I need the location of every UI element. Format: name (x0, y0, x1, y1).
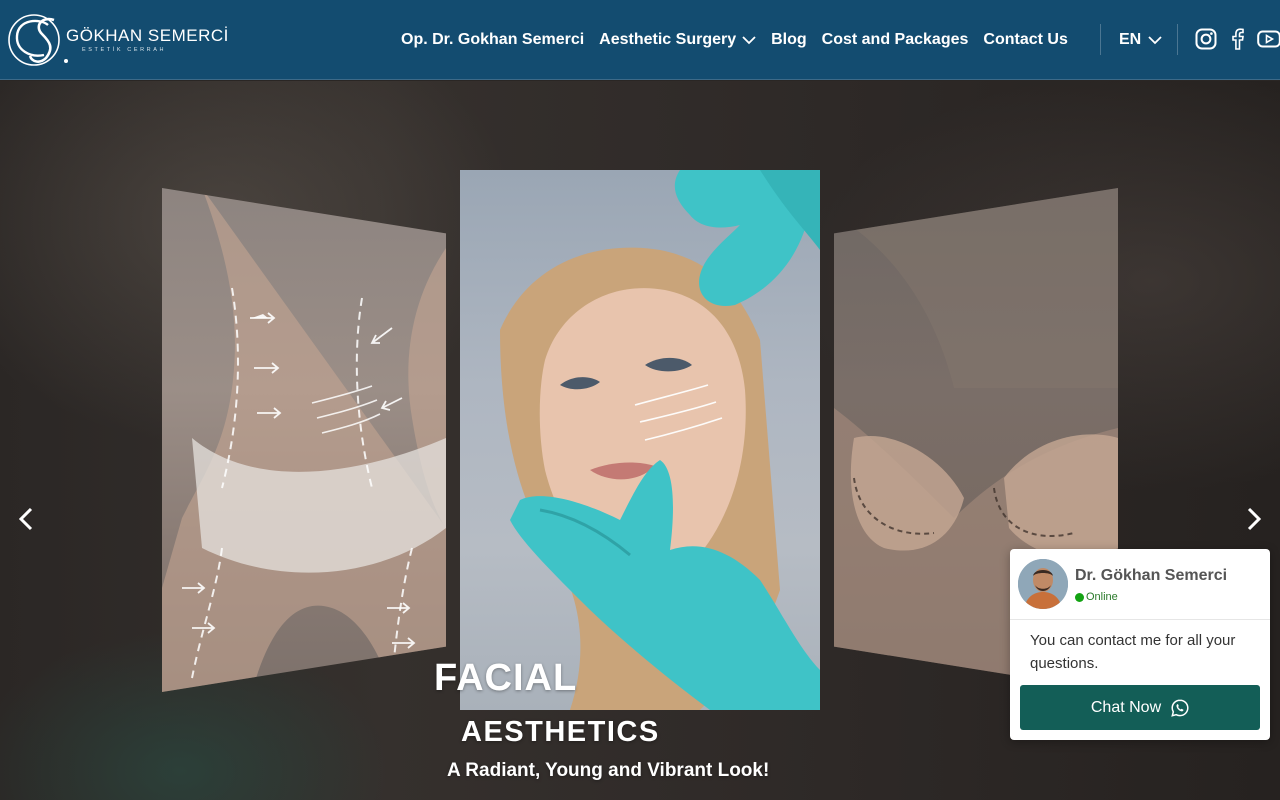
facial-aesthetics-image (500, 170, 820, 710)
chevron-down-icon (1148, 35, 1162, 45)
language-label: EN (1119, 31, 1142, 48)
slide-tagline: A Radiant, Young and Vibrant Look! (447, 760, 770, 781)
nav-item-label: Cost and Packages (821, 31, 969, 48)
instagram-icon[interactable] (1195, 28, 1217, 50)
brand-logo[interactable]: GÖKHAN SEMERCİ ESTETİK CERRAH (4, 12, 228, 68)
slide-title: FACIAL (434, 657, 578, 699)
status-label: Online (1086, 591, 1118, 603)
chat-message: You can contact me for all your question… (1030, 632, 1236, 672)
slide-facial-aesthetics[interactable] (460, 170, 820, 710)
whatsapp-icon (1171, 698, 1189, 717)
whatsapp-chat-widget: Dr. Gökhan Semerci Online You can contac… (1010, 549, 1270, 740)
language-selector[interactable]: EN (1119, 29, 1162, 51)
logo-monogram-icon (8, 14, 68, 66)
nav-item-cost-packages[interactable]: Cost and Packages (822, 31, 969, 49)
nav-item-label: Op. Dr. Gokhan Semerci (401, 31, 585, 48)
chevron-left-icon (18, 507, 33, 536)
slide-body-contouring[interactable] (162, 188, 446, 692)
chevron-down-icon (742, 35, 756, 45)
avatar (1018, 559, 1068, 609)
body-contour-image (162, 188, 446, 692)
brand-name: GÖKHAN SEMERCİ (66, 26, 229, 45)
chevron-right-icon (1247, 507, 1262, 536)
nav-divider (1177, 24, 1178, 55)
slide-subtitle: AESTHETICS (461, 716, 660, 748)
chat-now-label: Chat Now (1090, 698, 1162, 716)
chat-now-button[interactable]: Chat Now (1020, 685, 1260, 730)
chat-header: Dr. Gökhan Semerci Online (1010, 549, 1270, 620)
carousel-next-button[interactable] (1241, 507, 1267, 536)
site-header: GÖKHAN SEMERCİ ESTETİK CERRAH Op. Dr. Go… (0, 0, 1280, 80)
online-status: Online (1075, 591, 1118, 603)
nav-item-label: Blog (771, 31, 807, 48)
nav-item-doctor[interactable]: Op. Dr. Gokhan Semerci (401, 31, 584, 49)
nav-divider (1100, 24, 1101, 55)
chat-contact-name: Dr. Gökhan Semerci (1075, 567, 1228, 584)
main-nav: Op. Dr. Gokhan Semerci Aesthetic Surgery… (401, 29, 1068, 51)
facebook-icon[interactable] (1230, 28, 1244, 50)
nav-item-contact[interactable]: Contact Us (983, 31, 1067, 49)
nav-item-label: Contact Us (983, 31, 1068, 48)
carousel-prev-button[interactable] (13, 507, 39, 536)
nav-item-aesthetic-surgery[interactable]: Aesthetic Surgery (599, 31, 756, 49)
online-dot-icon (1075, 592, 1084, 602)
nav-item-blog[interactable]: Blog (771, 31, 807, 49)
brand-subtitle: ESTETİK CERRAH (82, 47, 167, 53)
youtube-icon[interactable] (1257, 28, 1280, 50)
nav-item-label: Aesthetic Surgery (599, 31, 737, 48)
